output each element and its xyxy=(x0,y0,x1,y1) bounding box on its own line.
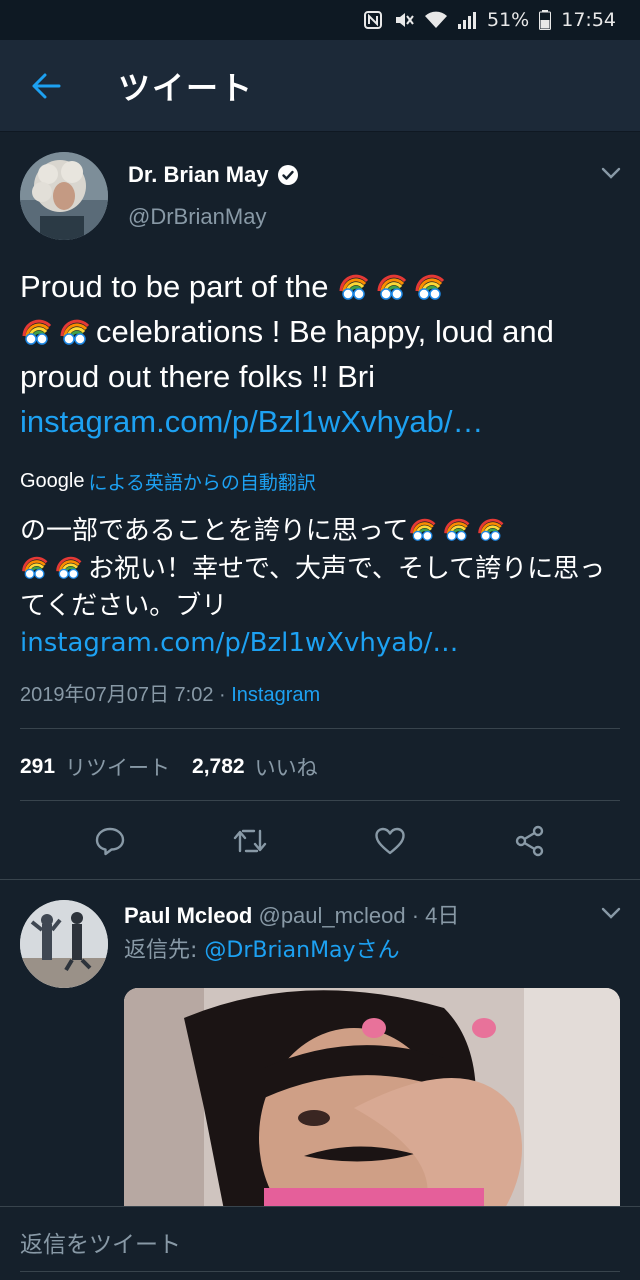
retweet-count[interactable]: 291 xyxy=(20,755,55,779)
app-bar: ツイート xyxy=(0,40,640,132)
reply-time: · 4日 xyxy=(405,903,460,928)
signal-icon xyxy=(457,11,477,29)
author-name[interactable]: Dr. Brian May xyxy=(128,162,299,188)
mute-icon xyxy=(393,10,415,30)
rainbow-emoji-icon xyxy=(413,267,447,301)
author-name-text: Dr. Brian May xyxy=(128,162,269,187)
reply-compose-input[interactable]: 返信をツイート xyxy=(20,1225,181,1259)
like-button[interactable] xyxy=(360,811,420,871)
verified-badge-icon xyxy=(277,165,298,185)
back-button[interactable] xyxy=(0,40,92,132)
google-logo: Google xyxy=(20,470,85,492)
reply-to-handle[interactable]: @DrBrianMay xyxy=(204,938,355,963)
rainbow-emoji-icon xyxy=(20,550,50,580)
translation-attribution: Google による英語からの自動翻訳 xyxy=(20,468,316,495)
divider xyxy=(20,800,620,801)
rainbow-emoji-icon xyxy=(375,267,409,301)
divider xyxy=(20,728,620,729)
translation-label[interactable]: による英語からの自動翻訳 xyxy=(89,468,316,495)
rainbow-emoji-icon xyxy=(408,512,438,542)
tweet-detail: Dr. Brian May @DrBrianMay Proud to be pa… xyxy=(0,132,640,880)
rainbow-emoji-icon xyxy=(54,550,84,580)
rainbow-emoji-icon xyxy=(20,312,54,346)
tweet-text-part1: Proud to be part of the xyxy=(20,269,338,304)
like-count[interactable]: 2,782 xyxy=(192,755,245,779)
reply-avatar[interactable] xyxy=(20,900,108,988)
reply-button[interactable] xyxy=(80,811,140,871)
translated-text: の一部であることを誇りに思ってお祝い！幸せで、大声で、そして誇りに思ってください… xyxy=(20,512,620,662)
chevron-down-icon[interactable] xyxy=(600,166,622,180)
status-bar: 51% 17:54 xyxy=(0,0,640,40)
reply-to-prefix: 返信先: xyxy=(124,938,205,963)
tweet-stats: 291 リツイート 2,782 いいね xyxy=(20,752,330,782)
tweet-meta: 2019年07月07日 7:02 · Instagram xyxy=(20,678,320,707)
wifi-icon xyxy=(425,11,447,29)
translated-part1: の一部であることを誇りに思って xyxy=(20,516,409,546)
retweet-button[interactable] xyxy=(220,811,280,871)
tweet-text: Proud to be part of the celebrations ! B… xyxy=(20,264,620,444)
like-icon xyxy=(375,827,405,855)
tweet-text-part2: celebrations ! Be happy, loud and proud … xyxy=(20,314,554,394)
clock: 17:54 xyxy=(561,9,616,31)
tweet-actions xyxy=(0,802,640,880)
reply-media-image[interactable] xyxy=(124,988,620,1210)
author-handle[interactable]: @DrBrianMay xyxy=(128,204,266,230)
like-label[interactable]: いいね xyxy=(255,752,318,782)
retweet-icon xyxy=(233,829,267,853)
reply-author-name[interactable]: Paul Mcleod xyxy=(124,903,252,928)
reply-tweet[interactable]: Paul Mcleod @paul_mcleod · 4日 返信先: @DrBr… xyxy=(0,880,640,1210)
battery-icon xyxy=(539,10,552,30)
compose-underline xyxy=(20,1271,620,1272)
tweet-timestamp: 2019年07月07日 7:02 · xyxy=(20,684,232,706)
rainbow-emoji-icon xyxy=(58,312,92,346)
tweet-link[interactable]: instagram.com/p/Bzl1wXvhyab/… xyxy=(20,404,483,439)
rainbow-emoji-icon xyxy=(442,512,472,542)
rainbow-emoji-icon xyxy=(337,267,371,301)
reply-author-handle[interactable]: @paul_mcleod xyxy=(258,903,405,928)
arrow-left-icon xyxy=(32,73,61,98)
tweet-source[interactable]: Instagram xyxy=(231,684,320,706)
nfc-icon xyxy=(363,10,383,30)
reply-to-suffix: さん xyxy=(355,938,400,963)
rainbow-emoji-icon xyxy=(476,512,506,542)
retweet-label[interactable]: リツイート xyxy=(65,752,170,782)
battery-percent: 51% xyxy=(487,9,530,31)
share-button[interactable] xyxy=(500,811,560,871)
reply-to-line: 返信先: @DrBrianMayさん xyxy=(124,932,400,964)
compose-bar: 返信をツイート xyxy=(0,1206,640,1280)
page-title: ツイート xyxy=(118,68,255,107)
chevron-down-icon[interactable] xyxy=(600,906,622,920)
translated-part2: お祝い！幸せで、大声で、そして誇りに思ってください。ブリ xyxy=(20,554,606,621)
author-avatar[interactable] xyxy=(20,152,108,240)
share-icon xyxy=(515,825,544,857)
translated-link[interactable]: instagram.com/p/Bzl1wXvhyab/… xyxy=(20,628,458,658)
reply-icon xyxy=(95,827,125,856)
reply-header: Paul Mcleod @paul_mcleod · 4日 xyxy=(124,898,459,930)
